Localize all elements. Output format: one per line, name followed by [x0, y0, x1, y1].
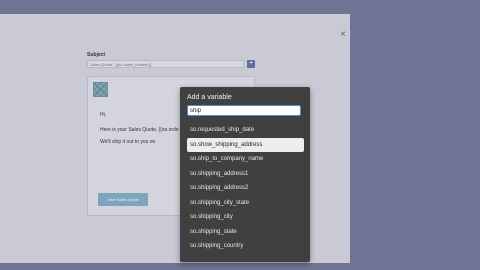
variable-search-input[interactable] — [187, 105, 301, 116]
variable-item[interactable]: so.show_shipping_address — [187, 137, 304, 152]
email-body-line: Here is your Sales Quote, {{so.orde — [100, 127, 179, 133]
variable-item[interactable]: so.ship_to_company_name — [187, 152, 304, 167]
variable-item[interactable]: so.shipping_country — [187, 239, 304, 254]
popup-title: Add a variable — [187, 94, 232, 101]
view-sales-quote-button[interactable]: View Sales Quote — [98, 193, 148, 206]
email-greeting: Hi, — [100, 112, 107, 118]
variable-list: so.requested_ship_date so.show_shipping_… — [187, 123, 304, 254]
close-icon[interactable]: × — [338, 30, 348, 40]
add-variable-popup: Add a variable so.requested_ship_date so… — [180, 87, 310, 262]
variable-item[interactable]: so.shipping_address2 — [187, 181, 304, 196]
subject-label: Subject — [87, 52, 106, 58]
subject-input[interactable]: Sales Quote - {{so.order_number}} — [87, 60, 244, 68]
add-variable-button[interactable]: + — [247, 60, 255, 68]
email-ship-line: We'll ship it out to you on — [100, 139, 156, 145]
variable-item[interactable]: so.shipping_address1 — [187, 167, 304, 182]
variable-item[interactable]: so.shipping_city_state — [187, 196, 304, 211]
variable-item[interactable]: so.requested_ship_date — [187, 123, 304, 138]
logo-placeholder-icon — [93, 82, 108, 97]
variable-item[interactable]: so.shipping_state — [187, 225, 304, 240]
variable-item[interactable]: so.shipping_city — [187, 210, 304, 225]
